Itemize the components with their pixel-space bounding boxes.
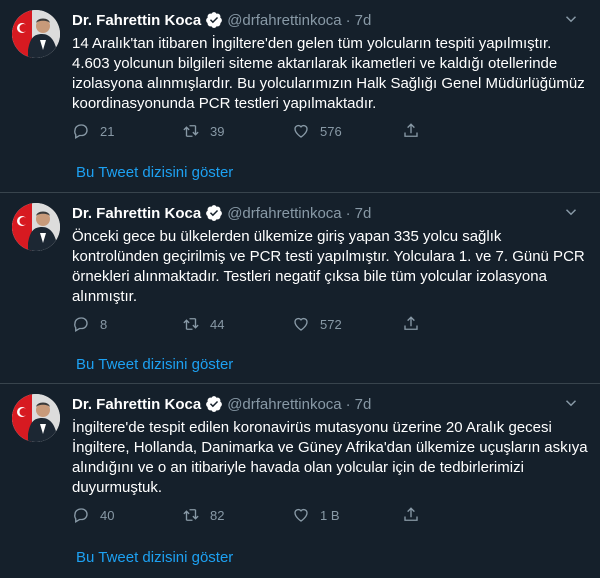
author-handle[interactable]: @drfahrettinkoca xyxy=(227,12,341,29)
separator-dot: · xyxy=(345,395,351,413)
verified-badge-icon xyxy=(205,204,223,222)
avatar-photo-icon xyxy=(12,203,60,251)
author-handle[interactable]: @drfahrettinkoca xyxy=(227,396,341,413)
retweet-button[interactable]: 39 xyxy=(182,122,292,140)
heart-icon xyxy=(294,508,308,522)
verified-badge-icon xyxy=(205,395,223,413)
reply-count: 40 xyxy=(100,507,115,523)
tweet-actions: 8 44 572 xyxy=(72,315,512,333)
share-icon xyxy=(404,316,418,330)
reply-icon xyxy=(74,124,88,139)
reply-button[interactable]: 8 xyxy=(72,315,182,333)
reply-button[interactable]: 21 xyxy=(72,122,182,140)
retweet-count: 44 xyxy=(210,316,225,332)
author-name[interactable]: Dr. Fahrettin Koca xyxy=(72,12,201,29)
tweet-header: Dr. Fahrettin Koca @drfahrettinkoca · 7d xyxy=(72,203,588,223)
tweet[interactable]: Dr. Fahrettin Koca @drfahrettinkoca · 7d… xyxy=(0,0,600,193)
tweet-text: İngiltere'de tespit edilen koronavirüs m… xyxy=(72,419,588,496)
tweet-body: Dr. Fahrettin Koca @drfahrettinkoca · 7d… xyxy=(72,394,588,498)
retweet-button[interactable]: 44 xyxy=(182,315,292,333)
share-icon xyxy=(404,123,418,137)
author-name[interactable]: Dr. Fahrettin Koca xyxy=(72,205,201,222)
tweet[interactable]: Dr. Fahrettin Koca @drfahrettinkoca · 7d… xyxy=(0,193,600,384)
tweet[interactable]: Dr. Fahrettin Koca @drfahrettinkoca · 7d… xyxy=(0,384,600,578)
separator-dot: · xyxy=(345,11,351,29)
retweet-count: 39 xyxy=(210,123,225,139)
avatar-photo-icon xyxy=(12,394,60,442)
heart-icon xyxy=(294,317,308,331)
tweet-actions: 21 39 576 xyxy=(72,122,512,140)
reply-icon xyxy=(74,317,88,332)
avatar[interactable] xyxy=(12,203,60,251)
avatar-photo-icon xyxy=(12,10,60,58)
reply-count: 21 xyxy=(100,123,115,139)
reply-button[interactable]: 40 xyxy=(72,506,182,524)
like-count: 572 xyxy=(320,316,342,332)
retweet-button[interactable]: 82 xyxy=(182,506,292,524)
share-button[interactable] xyxy=(402,315,512,333)
share-button[interactable] xyxy=(402,506,512,524)
tweet-text: 14 Aralık'tan itibaren İngiltere'den gel… xyxy=(72,35,585,112)
reply-icon xyxy=(74,508,88,523)
like-button[interactable]: 576 xyxy=(292,122,402,140)
show-thread-link[interactable]: Bu Tweet dizisini göster xyxy=(76,164,233,181)
retweet-icon xyxy=(183,509,199,521)
separator-dot: · xyxy=(345,204,351,222)
retweet-icon xyxy=(183,125,199,137)
reply-count: 8 xyxy=(100,316,108,332)
timestamp[interactable]: 7d xyxy=(355,396,372,413)
chevron-down-icon[interactable] xyxy=(562,10,580,28)
chevron-down-icon[interactable] xyxy=(562,394,580,412)
author-handle[interactable]: @drfahrettinkoca xyxy=(227,205,341,222)
author-name[interactable]: Dr. Fahrettin Koca xyxy=(72,396,201,413)
like-count: 1 B xyxy=(320,507,340,523)
retweet-icon xyxy=(183,318,199,330)
tweet-text: Önceki gece bu ülkelerden ülkemize giriş… xyxy=(72,228,585,305)
like-button[interactable]: 1 B xyxy=(292,506,402,524)
like-button[interactable]: 572 xyxy=(292,315,402,333)
share-icon xyxy=(404,507,418,521)
timestamp[interactable]: 7d xyxy=(355,12,372,29)
tweet-actions: 40 82 1 B xyxy=(72,506,512,524)
heart-icon xyxy=(294,124,308,138)
avatar[interactable] xyxy=(12,394,60,442)
tweet-body: Dr. Fahrettin Koca @drfahrettinkoca · 7d… xyxy=(72,203,588,307)
share-button[interactable] xyxy=(402,122,512,140)
show-thread-link[interactable]: Bu Tweet dizisini göster xyxy=(76,356,233,373)
like-count: 576 xyxy=(320,123,342,139)
timestamp[interactable]: 7d xyxy=(355,205,372,222)
tweet-header: Dr. Fahrettin Koca @drfahrettinkoca · 7d xyxy=(72,394,588,414)
tweet-feed: Dr. Fahrettin Koca @drfahrettinkoca · 7d… xyxy=(0,0,600,578)
tweet-header: Dr. Fahrettin Koca @drfahrettinkoca · 7d xyxy=(72,10,588,30)
retweet-count: 82 xyxy=(210,507,225,523)
verified-badge-icon xyxy=(205,11,223,29)
show-thread-link[interactable]: Bu Tweet dizisini göster xyxy=(76,549,233,566)
chevron-down-icon[interactable] xyxy=(562,203,580,221)
avatar[interactable] xyxy=(12,10,60,58)
tweet-body: Dr. Fahrettin Koca @drfahrettinkoca · 7d… xyxy=(72,10,588,114)
